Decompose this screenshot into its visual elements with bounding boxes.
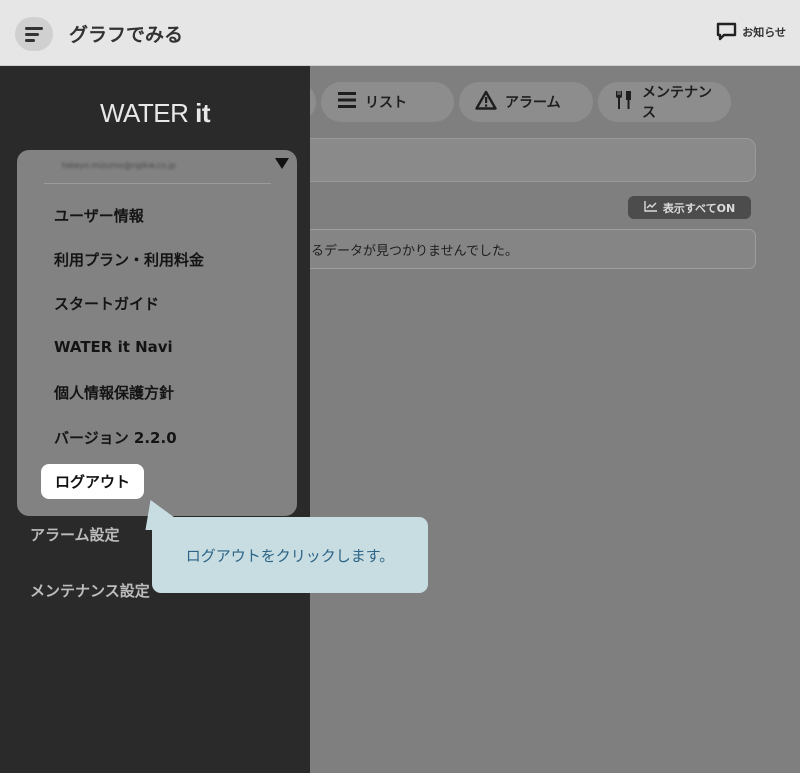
tooltip-text: ログアウトをクリックします。 — [185, 546, 395, 565]
logout-label: ログアウト — [54, 473, 130, 491]
speech-bubble-icon — [716, 22, 737, 41]
logo-text-light: WATER — [99, 98, 196, 128]
account-email: takeyo.mizumo@ngikw.co.jp — [62, 161, 176, 170]
show-all-label: 表示すべてON — [662, 201, 736, 215]
empty-result-text: るデータが見つかりませんでした。 — [311, 243, 518, 259]
menu-item-privacy-policy[interactable]: 個人情報保護方針 — [54, 382, 174, 403]
logo-text-bold: it — [195, 98, 211, 128]
tab-list[interactable]: リスト — [321, 82, 454, 122]
list-icon — [337, 90, 357, 114]
dropdown-divider — [44, 183, 271, 184]
app-header: グラフでみる お知らせ — [0, 0, 800, 66]
warning-icon — [475, 90, 497, 114]
notice-label: お知らせ — [742, 25, 786, 39]
show-all-button[interactable]: 表示すべてON — [628, 196, 751, 219]
tab-alarm[interactable]: アラーム — [459, 82, 593, 122]
drawer-item-maintenance-settings[interactable]: メンテナンス設定 — [30, 580, 150, 601]
tab-maintenance-label: メンテナンス — [642, 85, 712, 121]
logout-button[interactable]: ログアウト — [41, 464, 144, 499]
tab-alarm-label: アラーム — [505, 95, 561, 111]
chart-line-icon — [644, 200, 658, 215]
page-title: グラフでみる — [69, 24, 184, 46]
menu-item-start-guide[interactable]: スタートガイド — [54, 293, 159, 314]
app-logo: WATER it — [0, 98, 310, 129]
filter-bar[interactable] — [295, 138, 756, 182]
tutorial-tooltip: ログアウトをクリックします。 — [152, 517, 428, 593]
dropdown-caret-icon[interactable] — [275, 158, 289, 169]
empty-result-message: るデータが見つかりませんでした。 — [295, 229, 756, 269]
drawer-item-alarm-settings[interactable]: アラーム設定 — [30, 524, 120, 545]
tab-list-label: リスト — [365, 95, 407, 111]
menu-item-plan-fee[interactable]: 利用プラン・利用料金 — [54, 249, 204, 270]
menu-item-version: バージョン 2.2.0 — [54, 429, 177, 447]
menu-item-user-info[interactable]: ユーザー情報 — [54, 205, 144, 226]
menu-item-water-it-navi[interactable]: WATER it Navi — [54, 338, 173, 356]
hamburger-menu-button[interactable] — [15, 17, 53, 51]
notice-button[interactable]: お知らせ — [716, 22, 786, 41]
tab-maintenance[interactable]: メンテナンス — [598, 82, 731, 122]
tools-icon — [614, 90, 634, 114]
